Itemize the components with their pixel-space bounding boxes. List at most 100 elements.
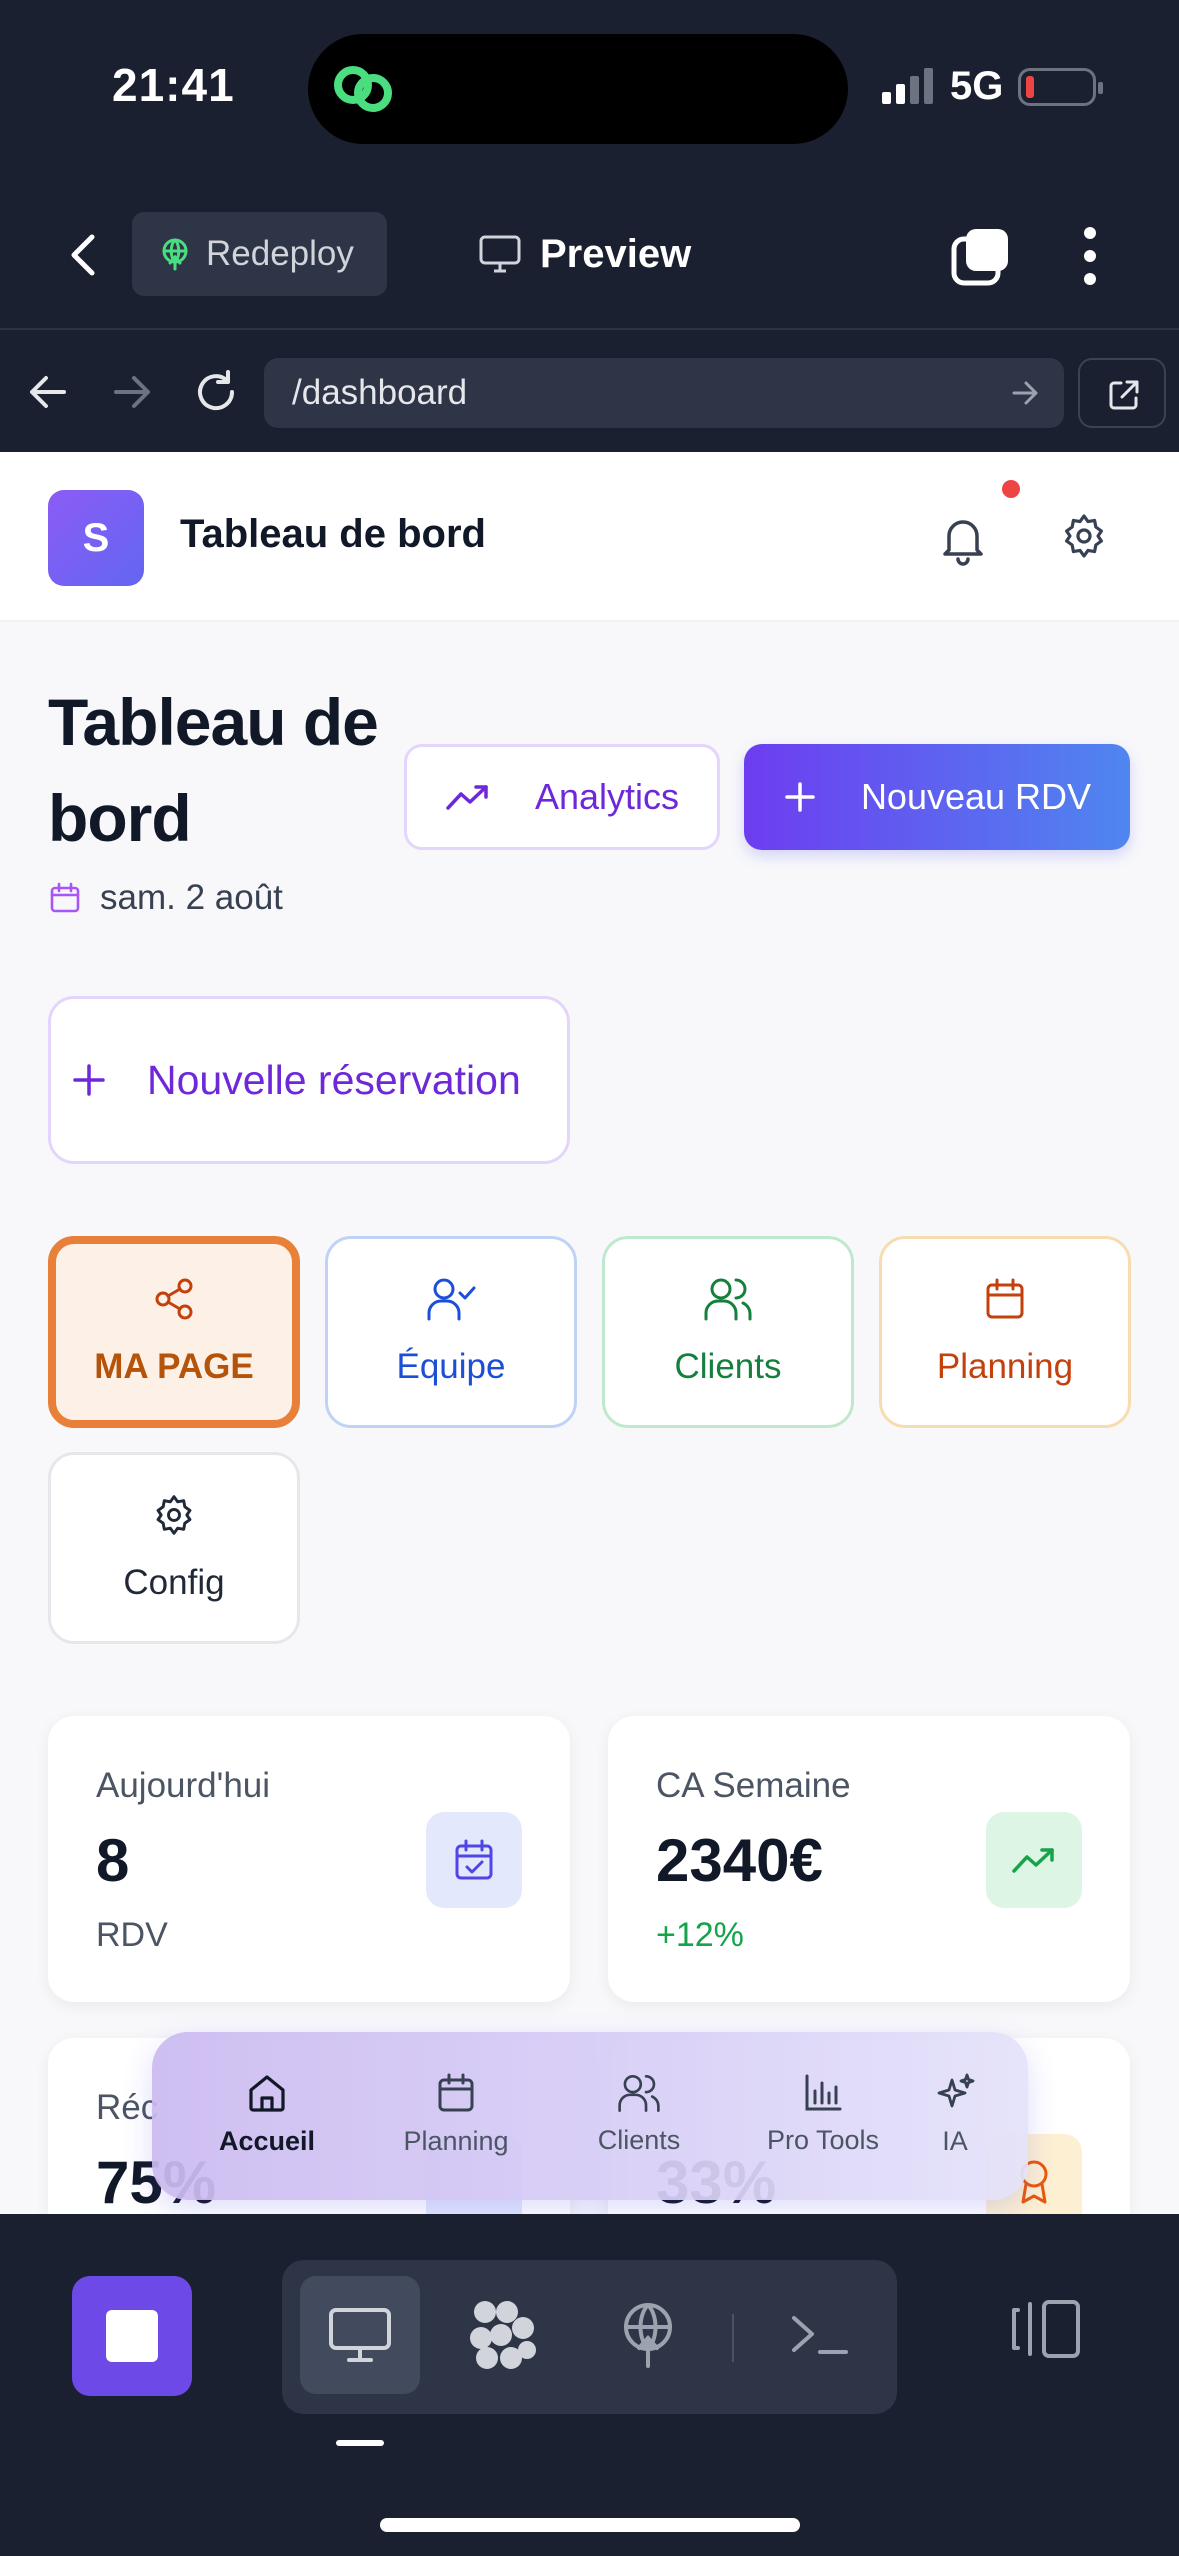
home-indicator xyxy=(380,2518,800,2532)
tool-switcher xyxy=(282,2260,897,2414)
go-arrow-icon[interactable] xyxy=(1008,376,1042,410)
tab-clients-label: Clients xyxy=(597,2125,681,2155)
tile-clients-label: Clients xyxy=(674,1347,782,1386)
battery-icon xyxy=(1018,68,1103,106)
site-header: S Tableau de bord xyxy=(0,452,1179,622)
new-reservation-label: Nouvelle réservation xyxy=(147,1056,521,1103)
calendar-icon xyxy=(438,2073,474,2112)
bell-icon[interactable] xyxy=(935,512,991,568)
globe-upload-icon xyxy=(624,2303,672,2368)
tab-pro-tools-label: Pro Tools xyxy=(766,2125,880,2155)
tile-planning[interactable]: Planning xyxy=(879,1236,1131,1428)
tile-equipe[interactable]: Équipe xyxy=(325,1236,577,1428)
tile-equipe-label: Équipe xyxy=(396,1347,506,1386)
tile-ma-page-label: MA PAGE xyxy=(94,1347,254,1386)
preview-label: Preview xyxy=(540,231,692,276)
tab-planning-label: Planning xyxy=(403,2126,509,2156)
page-date: sam. 2 août xyxy=(48,878,283,918)
tab-accueil[interactable]: Accueil xyxy=(192,2032,342,2200)
user-check-icon xyxy=(427,1278,476,1321)
back-chevron-icon[interactable] xyxy=(56,225,116,285)
link-activity-icon xyxy=(334,66,392,112)
url-input[interactable]: /dashboard xyxy=(264,358,1064,428)
stat-today-label: Aujourd'hui xyxy=(96,1766,271,1805)
trending-up-icon xyxy=(1012,1848,1054,1873)
reload-icon[interactable] xyxy=(192,368,240,416)
cellular-signal-icon xyxy=(882,68,933,104)
network-type: 5G xyxy=(950,64,1004,108)
brand-logo[interactable]: S xyxy=(48,490,144,586)
status-bar: 21:41 5G xyxy=(0,0,1179,170)
stat-card-ca[interactable]: CA Semaine 2340€ +12% xyxy=(608,1716,1130,2002)
url-text: /dashboard xyxy=(292,373,468,412)
monitor-icon xyxy=(479,235,521,273)
globe-upload-icon xyxy=(162,238,188,271)
tool-agent[interactable] xyxy=(444,2276,564,2394)
page-title: Tableau de bord xyxy=(48,685,379,855)
stat-partial-left-label: Réc xyxy=(96,2088,159,2127)
monitor-icon xyxy=(329,2308,391,2362)
bottom-tab-bar: Accueil Planning Clients Pro Tools IA xyxy=(152,2032,1028,2200)
tab-planning[interactable]: Planning xyxy=(376,2032,536,2200)
notification-dot xyxy=(1002,480,1020,498)
bottom-toolbar xyxy=(0,2214,1179,2556)
tile-clients[interactable]: Clients xyxy=(602,1236,854,1428)
stat-today-value: 8 xyxy=(96,1827,130,1894)
open-external-button[interactable] xyxy=(1078,358,1166,428)
calendar-check-icon xyxy=(455,1839,493,1880)
calendar-icon xyxy=(50,882,80,913)
tab-accueil-label: Accueil xyxy=(218,2126,316,2156)
tile-config-label: Config xyxy=(123,1563,225,1602)
tool-deploy[interactable] xyxy=(588,2276,708,2394)
tab-ia-label: IA xyxy=(942,2126,968,2156)
plus-icon xyxy=(785,782,815,812)
header-title: Tableau de bord xyxy=(180,512,486,556)
home-icon xyxy=(249,2075,285,2112)
dynamic-island xyxy=(308,34,848,144)
redeploy-label: Redeploy xyxy=(206,234,354,273)
new-reservation-button[interactable]: Nouvelle réservation xyxy=(48,996,570,1164)
plus-icon xyxy=(73,1064,105,1096)
gear-icon xyxy=(156,1495,192,1535)
tabs-overview-icon[interactable] xyxy=(950,225,1012,287)
tab-clients[interactable]: Clients xyxy=(564,2032,714,2200)
arrow-right-icon[interactable] xyxy=(108,368,156,416)
bar-chart-icon xyxy=(805,2074,842,2111)
analytics-button[interactable]: Analytics xyxy=(404,744,720,850)
app-toolbar: Redeploy Preview xyxy=(0,170,1179,330)
arrow-left-icon[interactable] xyxy=(24,368,72,416)
calendar-check-icon-box xyxy=(426,1812,522,1908)
tab-pro-tools[interactable]: Pro Tools xyxy=(748,2032,898,2200)
web-page: S Tableau de bord Tableau de bord sam. 2… xyxy=(0,452,1179,2214)
split-view-icon[interactable] xyxy=(1008,2296,1084,2362)
redeploy-button[interactable]: Redeploy xyxy=(132,212,387,296)
more-vertical-icon[interactable] xyxy=(1070,225,1110,287)
toolbar-divider xyxy=(732,2314,734,2362)
users-icon xyxy=(704,1278,752,1321)
date-text: sam. 2 août xyxy=(100,878,283,917)
tool-terminal[interactable] xyxy=(760,2276,880,2394)
external-link-icon xyxy=(1109,380,1139,410)
tile-planning-label: Planning xyxy=(936,1347,1074,1386)
active-tool-indicator xyxy=(336,2440,384,2446)
share-icon xyxy=(155,1278,193,1320)
status-time: 21:41 xyxy=(112,59,235,111)
new-rdv-label: Nouveau RDV xyxy=(860,776,1092,817)
users-icon xyxy=(618,2074,660,2112)
tool-preview[interactable] xyxy=(300,2276,420,2394)
preview-tab[interactable]: Preview xyxy=(478,212,691,296)
tab-ia[interactable]: IA xyxy=(900,2032,1010,2200)
stat-card-today[interactable]: Aujourd'hui 8 RDV xyxy=(48,1716,570,2002)
gear-icon[interactable] xyxy=(1060,512,1108,560)
analytics-label: Analytics xyxy=(534,776,680,817)
stat-ca-value: 2340€ xyxy=(656,1827,823,1894)
browser-url-bar: /dashboard xyxy=(0,332,1179,452)
stat-ca-label: CA Semaine xyxy=(656,1766,851,1805)
trending-up-icon-box xyxy=(986,1812,1082,1908)
tile-config[interactable]: Config xyxy=(48,1452,300,1644)
tile-ma-page[interactable]: MA PAGE xyxy=(48,1236,300,1428)
stat-today-sub: RDV xyxy=(96,1916,168,1954)
trending-up-icon xyxy=(446,785,488,810)
new-rdv-button[interactable]: Nouveau RDV xyxy=(744,744,1130,850)
stop-button[interactable] xyxy=(72,2276,192,2396)
